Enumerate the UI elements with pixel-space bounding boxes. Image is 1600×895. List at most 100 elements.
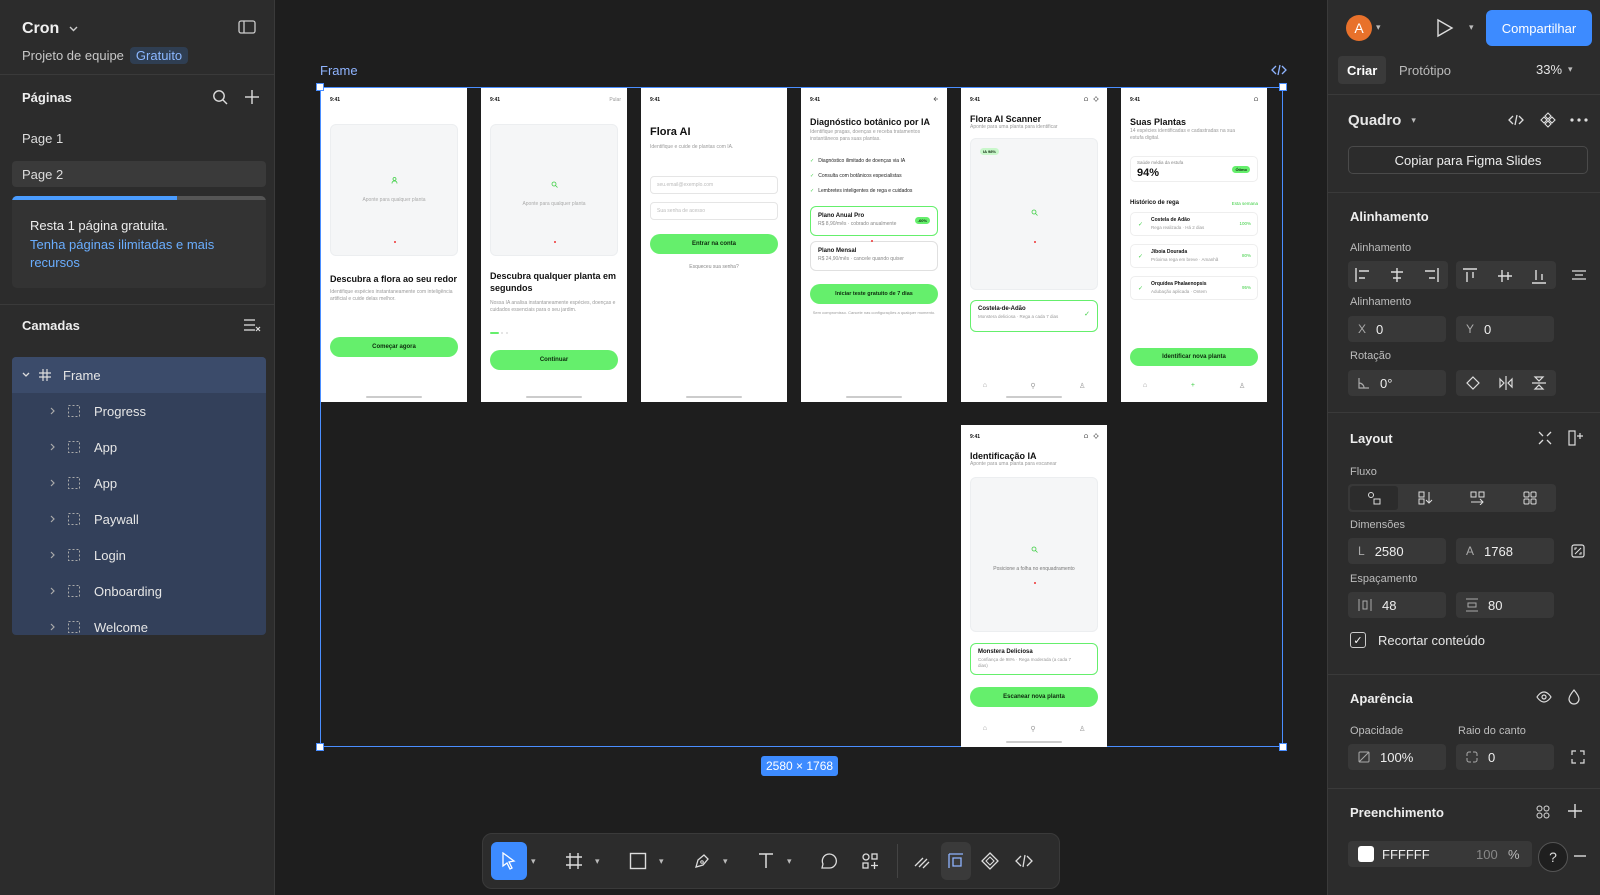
trial-button[interactable]: Iniciar teste gratuito de 7 dias — [810, 284, 938, 304]
chevron-right-icon[interactable] — [50, 551, 56, 559]
screen-scanner[interactable]: 9:41 Flora AI Scanner Aponte para uma pl… — [961, 88, 1107, 402]
fill-swatch[interactable] — [1358, 846, 1374, 862]
continue-button[interactable]: Continuar — [490, 350, 618, 370]
history-item[interactable]: ✓ Costela de Adão Rega realizada · Há 2 di… — [1130, 212, 1258, 236]
opacity-input[interactable]: 100% — [1348, 744, 1446, 770]
copy-to-slides-button[interactable]: Copiar para Figma Slides — [1348, 146, 1588, 174]
home-icon[interactable]: ⌂ — [983, 725, 987, 733]
chevron-down-icon[interactable]: ▾ — [1469, 22, 1474, 33]
flip-vertical-icon[interactable] — [1532, 376, 1546, 390]
chevron-down-icon[interactable]: ▾ — [595, 842, 600, 880]
text-tool[interactable] — [751, 842, 781, 880]
chevron-down-icon[interactable]: ▾ — [787, 842, 792, 880]
start-button[interactable]: Começar agora — [330, 337, 458, 357]
layer-progress[interactable]: Progress — [12, 393, 266, 429]
fill-input[interactable]: FFFFFF 100 % — [1348, 841, 1532, 867]
prototype-mode[interactable] — [975, 842, 1005, 880]
chevron-right-icon[interactable] — [50, 479, 56, 487]
bell-icon[interactable] — [1083, 433, 1089, 439]
align-top-icon[interactable] — [1463, 268, 1477, 284]
screen-progress[interactable]: 9:41 Identificação IA Aponte para uma pl… — [961, 425, 1107, 747]
add-page-icon[interactable] — [244, 89, 260, 105]
plan-annual[interactable]: Plano Anual Pro R$ 8,90/mês · cobrado an… — [810, 206, 938, 236]
profile-icon[interactable]: ♙ — [1079, 725, 1085, 733]
layer-welcome[interactable]: Welcome — [12, 609, 266, 645]
promo-link[interactable]: Tenha páginas ilimitadas e mais recursos — [30, 236, 245, 272]
radius-input[interactable]: 0 — [1456, 744, 1554, 770]
component-icon[interactable] — [1540, 112, 1556, 128]
flip-horizontal-icon[interactable] — [1499, 376, 1513, 390]
scan-button[interactable]: Escanear nova planta — [970, 687, 1098, 707]
layers-list-icon[interactable] — [243, 318, 261, 332]
plan-badge[interactable]: Gratuito — [129, 47, 189, 64]
flow-freeform[interactable] — [1350, 486, 1398, 510]
align-bottom-icon[interactable] — [1532, 268, 1546, 284]
login-button[interactable]: Entrar na conta — [650, 234, 778, 254]
history-item[interactable]: ✓ Orquídea Phalaenopsis Adubação aplicada … — [1130, 276, 1258, 300]
layer-frame[interactable]: Frame — [12, 357, 266, 393]
distribute-icon[interactable] — [1572, 268, 1586, 282]
rectangle-tool[interactable] — [623, 842, 653, 880]
resize-handle[interactable] — [316, 743, 324, 751]
email-field[interactable]: seu.email@exemplo.com — [650, 176, 778, 194]
forgot-password-link[interactable]: Esqueceu sua senha? — [650, 264, 778, 271]
avatar[interactable]: A — [1346, 15, 1372, 41]
eye-icon[interactable] — [1536, 691, 1552, 703]
gear-icon[interactable] — [1093, 96, 1099, 102]
remove-fill-icon[interactable] — [1574, 855, 1586, 857]
frame-type-menu[interactable]: Quadro ▾ — [1348, 112, 1416, 129]
add-icon[interactable]: + — [1191, 382, 1195, 390]
profile-icon[interactable]: ♙ — [1079, 382, 1085, 390]
chevron-down-icon[interactable]: ▾ — [723, 842, 728, 880]
grid-flow-icon[interactable] — [1523, 491, 1537, 505]
rotation-input[interactable]: 0° — [1348, 370, 1446, 396]
chevron-right-icon[interactable] — [50, 515, 56, 523]
pen-tool[interactable] — [687, 842, 717, 880]
collapse-icon[interactable] — [1538, 431, 1552, 445]
selected-frame[interactable]: 9:41 Aponte para qualquer planta Descubr… — [316, 83, 1287, 751]
frame-label[interactable]: Frame — [320, 63, 358, 78]
align-left-icon[interactable] — [1355, 268, 1371, 282]
identify-button[interactable]: Identificar nova planta — [1130, 348, 1258, 366]
code-icon[interactable] — [1271, 64, 1287, 76]
chevron-right-icon[interactable] — [50, 443, 56, 451]
vertical-flow-icon[interactable] — [1418, 491, 1434, 505]
chevron-down-icon[interactable]: ▾ — [531, 842, 536, 880]
bell-icon[interactable] — [1253, 96, 1259, 102]
result-card[interactable]: Monstera Deliciosa Confiança de 98% · Re… — [970, 643, 1098, 675]
help-button[interactable]: ? — [1538, 842, 1568, 872]
back-arrow-icon[interactable] — [933, 96, 939, 102]
independent-corners-icon[interactable] — [1571, 750, 1585, 764]
dev-mode[interactable] — [1009, 842, 1039, 880]
screen-plants[interactable]: 9:41 Suas Plantas 14 espécies identifica… — [1121, 88, 1267, 402]
toggle-sidebar-icon[interactable] — [238, 20, 256, 34]
page-item-1[interactable]: Page 1 — [12, 125, 266, 151]
chevron-right-icon[interactable] — [50, 407, 56, 415]
page-item-2[interactable]: Page 2 — [12, 161, 266, 187]
share-button[interactable]: Compartilhar — [1486, 10, 1592, 46]
screen-paywall[interactable]: 9:41 Diagnóstico botânico por IA Identif… — [801, 88, 947, 402]
search-icon[interactable] — [212, 89, 228, 105]
tab-prototipo[interactable]: Protótipo — [1390, 56, 1460, 84]
clip-content-checkbox[interactable]: ✓ — [1350, 632, 1366, 648]
actions-tool[interactable] — [855, 842, 885, 880]
x-input[interactable]: X0 — [1348, 316, 1446, 342]
chevron-down-icon[interactable] — [22, 372, 30, 378]
screen-onboarding[interactable]: 9:41 Pular Aponte para qualquer planta D… — [481, 88, 627, 402]
more-icon[interactable] — [1570, 118, 1588, 122]
history-item[interactable]: ✓ Jiboia Dourada Próxima rega em breve · A… — [1130, 244, 1258, 268]
chevron-down-icon[interactable]: ▾ — [659, 842, 664, 880]
chevron-right-icon[interactable] — [50, 623, 56, 631]
layer-onboarding[interactable]: Onboarding — [12, 573, 266, 609]
width-input[interactable]: L 2580 — [1348, 538, 1446, 564]
result-card[interactable]: Costela-de-Adão Monstera deliciosa · Reg… — [970, 300, 1098, 332]
layer-login[interactable]: Login — [12, 537, 266, 573]
chevron-down-icon[interactable]: ▾ — [1376, 22, 1381, 33]
draw-mode[interactable] — [907, 842, 937, 880]
gear-icon[interactable] — [1093, 433, 1099, 439]
file-menu[interactable]: Cron — [22, 20, 78, 38]
camera-view[interactable]: IA 98% — [970, 138, 1098, 290]
layer-paywall[interactable]: Paywall — [12, 501, 266, 537]
layer-app[interactable]: App — [12, 465, 266, 501]
screen-welcome[interactable]: 9:41 Aponte para qualquer planta Descubr… — [321, 88, 467, 402]
